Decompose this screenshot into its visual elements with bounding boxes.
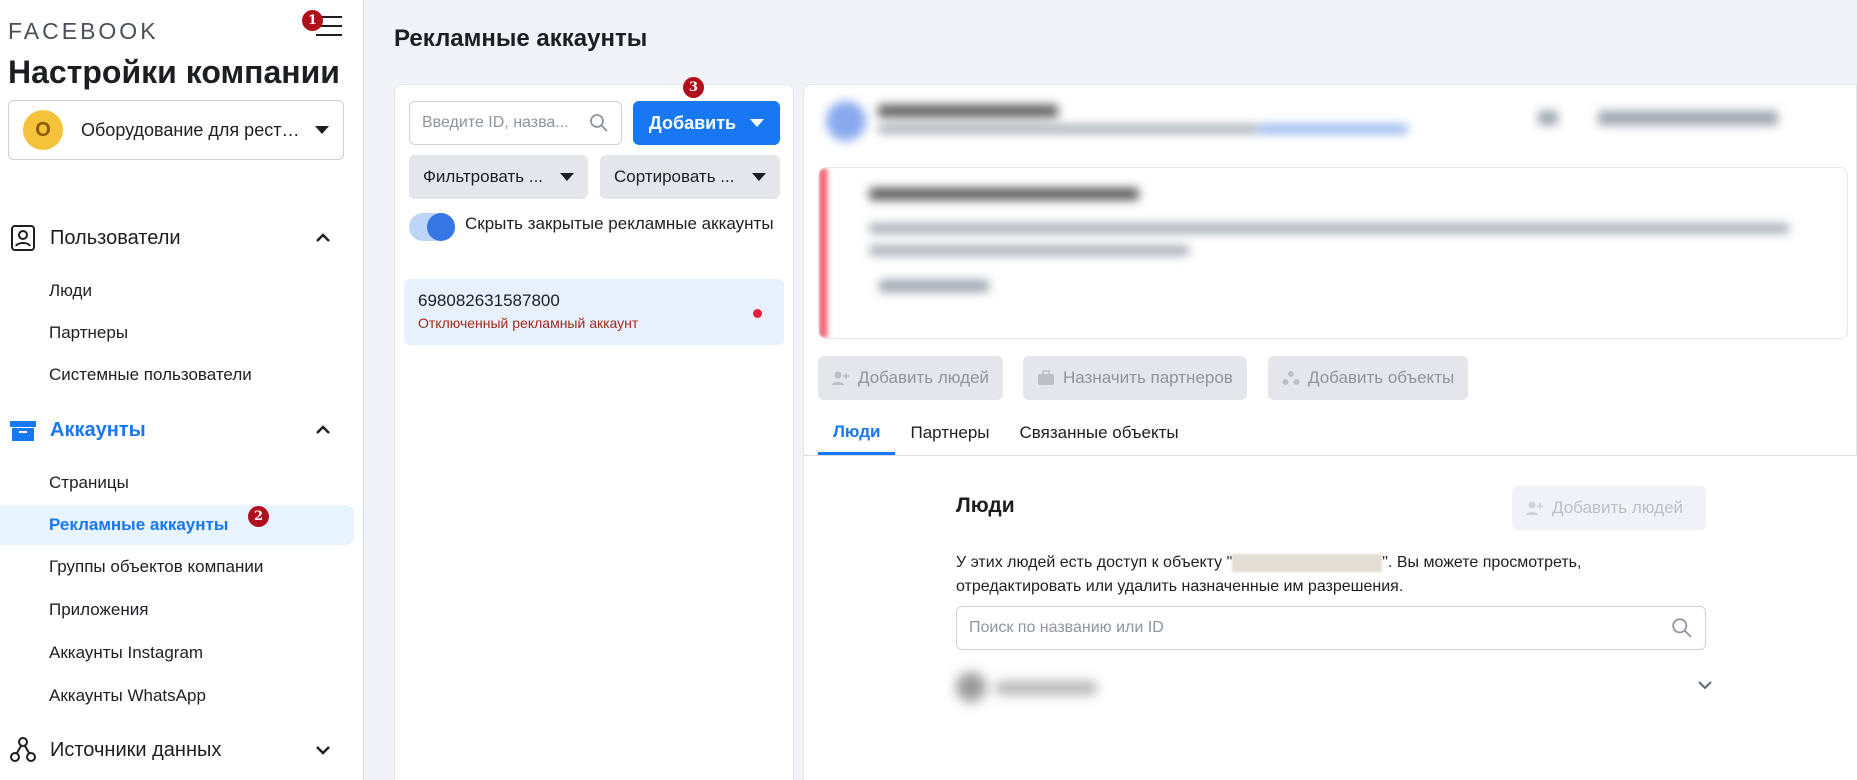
redacted-person — [946, 668, 1106, 708]
people-section: Люди Добавить людей У этих людей есть до… — [804, 456, 1857, 780]
add-button-label: Добавить — [648, 112, 737, 133]
sidebar-item-system-users[interactable]: Системные пользователи — [0, 355, 354, 395]
company-selector[interactable]: О Оборудование для рест… — [8, 100, 344, 160]
account-status: Отключенный рекламный аккаунт — [418, 315, 639, 331]
ad-accounts-list-panel: Добавить 3 Фильтровать ... Сортировать .… — [394, 77, 794, 780]
assign-partners-button[interactable]: Назначить партнеров — [1023, 356, 1247, 400]
list-item[interactable]: 698082631587800 Отключенный рекламный ак… — [404, 279, 784, 345]
sidebar-item-partners[interactable]: Партнеры — [0, 313, 354, 353]
tab-partners[interactable]: Партнеры — [895, 411, 1004, 455]
step-badge-1: 1 — [302, 10, 323, 31]
add-assets-button[interactable]: Добавить объекты — [1268, 356, 1469, 400]
assets-icon — [1282, 369, 1300, 387]
chevron-up-icon[interactable] — [310, 417, 336, 443]
assign-partners-label: Назначить партнеров — [1063, 368, 1233, 387]
nav-section-users[interactable]: Пользователи — [8, 218, 348, 258]
filter-dropdown[interactable]: Фильтровать ... — [409, 155, 588, 199]
chevron-up-icon[interactable] — [310, 225, 336, 251]
people-description: У этих людей есть доступ к объекту " ". В… — [956, 551, 1656, 599]
caret-down-icon — [752, 173, 766, 181]
redacted-alert-card — [818, 167, 1848, 339]
sort-dropdown[interactable]: Сортировать ... — [600, 155, 780, 199]
people-search-field[interactable] — [956, 606, 1706, 650]
company-avatar: О — [23, 110, 63, 150]
sidebar: FACEBOOK 1 Настройки компании О Оборудов… — [0, 0, 364, 780]
description-part: У этих людей есть доступ к объекту " — [956, 554, 1233, 571]
detail-tabs: Люди Партнеры Связанные объекты — [818, 411, 1194, 455]
nav-section-label: Пользователи — [50, 226, 181, 249]
company-name: Оборудование для рест… — [81, 119, 299, 140]
tab-connected-assets[interactable]: Связанные объекты — [1005, 411, 1194, 455]
briefcase-icon — [1037, 369, 1055, 387]
section-title: Люди — [956, 494, 1015, 517]
add-person-icon — [832, 369, 850, 387]
sidebar-item-business-asset-groups[interactable]: Группы объектов компании — [0, 547, 354, 587]
redacted-asset-name — [1232, 553, 1383, 572]
hide-closed-toggle-row: Скрыть закрытые рекламные аккаунты — [409, 211, 779, 241]
sidebar-item-people[interactable]: Люди — [0, 271, 354, 311]
facebook-logo[interactable]: FACEBOOK — [8, 18, 159, 45]
add-people-label: Добавить людей — [858, 368, 990, 387]
search-input[interactable] — [422, 114, 582, 132]
chevron-down-icon[interactable] — [310, 737, 336, 763]
redacted-account-header — [818, 95, 1854, 147]
nav-section-label: Аккаунты — [50, 418, 146, 441]
page-title: Рекламные аккаунты — [394, 25, 648, 52]
add-people-label: Добавить людей — [1552, 498, 1684, 517]
sidebar-item-ad-accounts[interactable]: Рекламные аккаунты — [0, 505, 354, 545]
page-heading: Настройки компании — [8, 54, 340, 90]
add-button[interactable]: Добавить — [633, 101, 780, 145]
nav-section-data-sources[interactable]: Источники данных — [8, 730, 348, 770]
sidebar-item-instagram[interactable]: Аккаунты Instagram — [0, 633, 354, 673]
briefcase-icon — [8, 415, 38, 445]
search-icon — [589, 113, 609, 133]
chevron-down-icon[interactable] — [1696, 678, 1716, 698]
account-detail-panel: Добавить людей Назначить партнеров Добав… — [803, 84, 1857, 780]
nav-section-accounts[interactable]: Аккаунты — [8, 410, 348, 450]
tab-people[interactable]: Люди — [818, 411, 896, 455]
table-row[interactable] — [946, 668, 1716, 708]
nav-section-label: Источники данных — [50, 738, 222, 761]
sort-label: Сортировать ... — [614, 167, 735, 186]
caret-down-icon — [750, 119, 765, 127]
search-field[interactable] — [409, 101, 622, 145]
status-dot — [753, 309, 762, 318]
sidebar-item-whatsapp[interactable]: Аккаунты WhatsApp — [0, 676, 354, 716]
caret-down-icon — [560, 173, 574, 181]
account-id: 698082631587800 — [418, 291, 560, 310]
people-search-input[interactable] — [969, 619, 1671, 637]
sidebar-item-apps[interactable]: Приложения — [0, 590, 354, 630]
toggle-label: Скрыть закрытые рекламные аккаунты — [465, 214, 774, 233]
step-badge-3: 3 — [683, 77, 704, 98]
caret-down-icon — [315, 126, 329, 134]
hide-closed-toggle[interactable] — [409, 213, 455, 241]
add-assets-label: Добавить объекты — [1308, 368, 1455, 387]
filter-label: Фильтровать ... — [423, 167, 544, 186]
step-badge-2: 2 — [248, 506, 269, 527]
data-sources-icon — [8, 735, 38, 765]
sidebar-item-pages[interactable]: Страницы — [0, 463, 354, 503]
add-person-icon — [1526, 500, 1544, 516]
users-card-icon — [8, 223, 38, 253]
search-icon — [1671, 617, 1693, 639]
add-people-button[interactable]: Добавить людей — [818, 356, 1004, 400]
add-people-button-disabled[interactable]: Добавить людей — [1512, 486, 1706, 530]
